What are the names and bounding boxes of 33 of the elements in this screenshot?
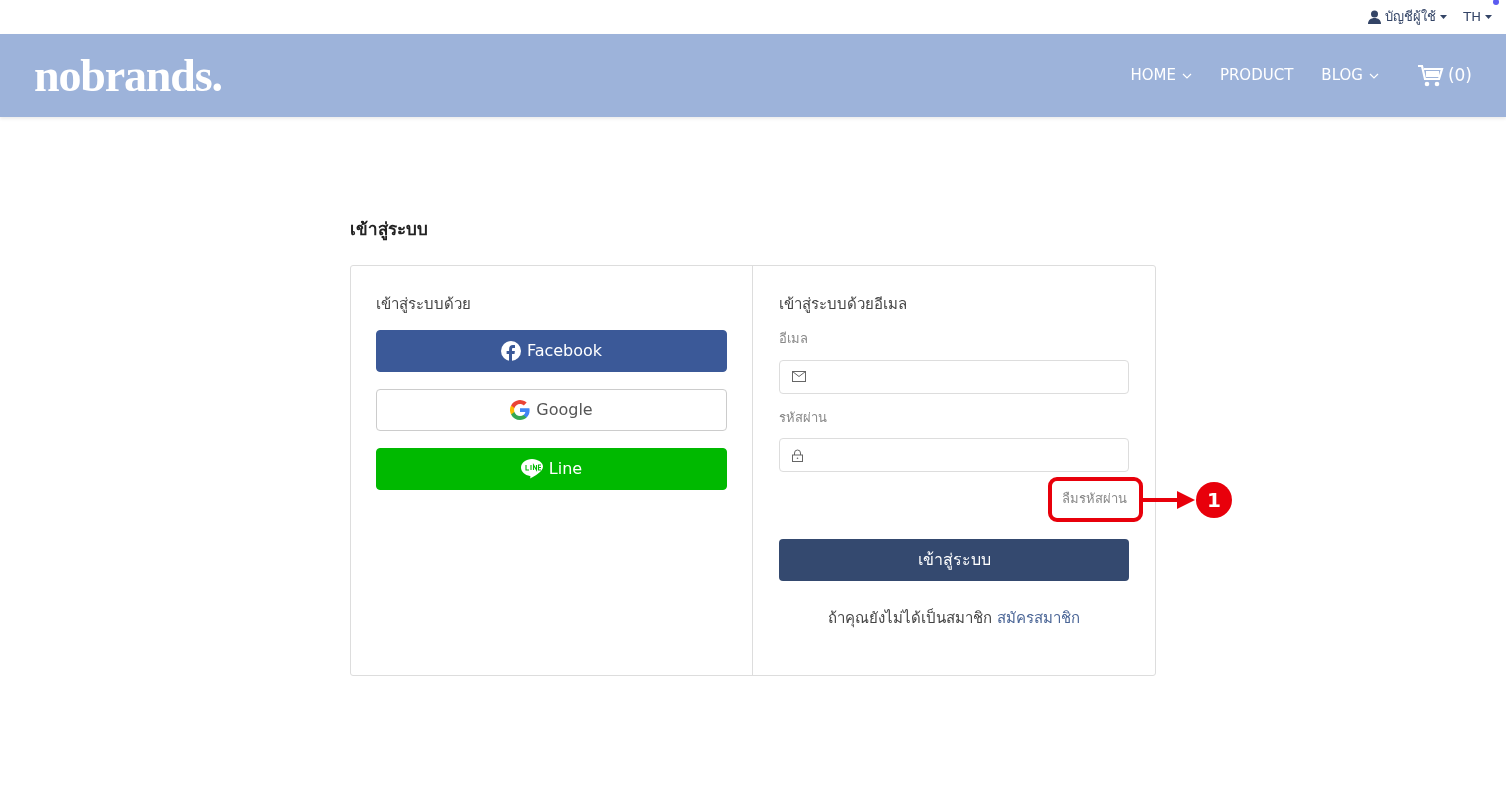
user-icon <box>1368 10 1382 24</box>
caret-icon <box>1485 15 1492 19</box>
field-label: รหัสผ่าน <box>779 408 828 427</box>
register-prompt: ถ้าคุณยังไม่ได้เป็นสมาชิก <box>828 609 993 627</box>
chevron-down-icon <box>1181 72 1192 79</box>
arrow <box>1143 490 1195 510</box>
language-menu[interactable]: TH <box>1463 7 1492 27</box>
page-title: เข้าสู่ระบบ <box>350 218 429 243</box>
email-field[interactable] <box>779 359 1129 394</box>
field-label: อีเมล <box>779 330 809 348</box>
line-login-button[interactable]: Line <box>376 448 727 490</box>
nav-link[interactable]: HOME <box>1130 64 1192 87</box>
google-icon <box>510 400 531 420</box>
cart-icon <box>1416 63 1444 88</box>
account-menu[interactable]: บัญชีผู้ใช้ <box>1368 7 1448 27</box>
facebook-icon <box>500 341 521 361</box>
login-button[interactable]: เข้าสู่ระบบ <box>779 539 1129 581</box>
nav-link[interactable]: PRODUCT <box>1219 64 1294 87</box>
password-field[interactable] <box>779 438 1129 472</box>
cart-link[interactable]: (0) <box>1416 62 1472 89</box>
logo[interactable]: nobrands. <box>34 41 222 110</box>
register-link[interactable]: สมัครสมาชิก <box>996 609 1080 627</box>
google-login-button[interactable]: Google <box>376 389 727 431</box>
facebook-login-button[interactable]: Facebook <box>376 330 727 372</box>
nav-link[interactable]: BLOG <box>1321 64 1379 87</box>
forgot-password-link[interactable]: ลืมรหัสผ่าน <box>1062 489 1127 511</box>
caret-icon <box>1440 15 1448 19</box>
envelope-icon <box>792 371 806 382</box>
section-heading: เข้าสู่ระบบด้วย <box>376 293 472 315</box>
section-heading: เข้าสู่ระบบด้วยอีเมล <box>779 293 908 315</box>
speech-bubble-icon <box>520 459 543 479</box>
lock-icon <box>792 448 803 462</box>
chevron-down-icon <box>1368 72 1379 79</box>
